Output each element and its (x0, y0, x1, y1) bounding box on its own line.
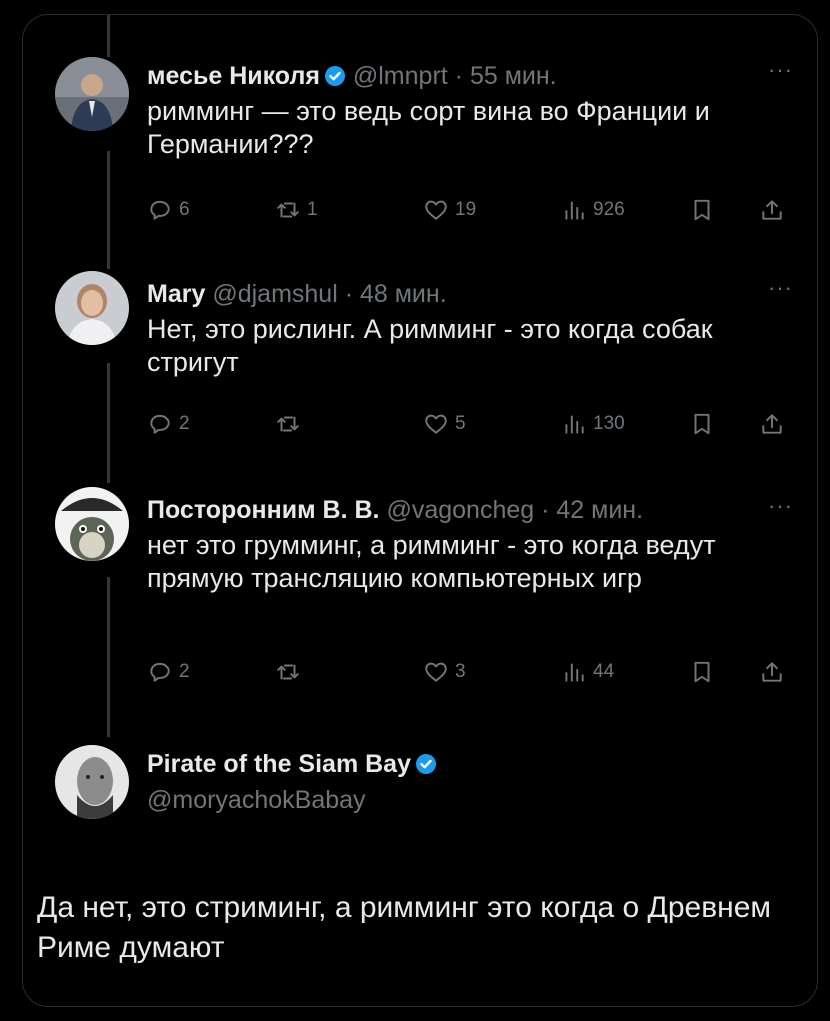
tweet-text: нет это грумминг, а римминг - это когда … (147, 530, 716, 593)
share-button[interactable] (759, 197, 791, 223)
views-count: 130 (593, 413, 625, 434)
thread-line-top (107, 15, 110, 57)
like-button[interactable]: 19 (423, 197, 476, 223)
author-name[interactable]: Mary (147, 280, 205, 308)
avatar[interactable] (55, 487, 129, 561)
tweet-header: месье Николя @lmnprt · 55 мин. (147, 61, 793, 91)
views-icon (565, 201, 584, 220)
more-options-icon[interactable]: ··· (768, 275, 793, 301)
like-button[interactable]: 5 (423, 411, 466, 437)
views-count: 44 (593, 661, 615, 682)
author-name[interactable]: Pirate of the Siam Bay (147, 750, 411, 778)
avatar[interactable] (55, 271, 129, 345)
reply-tweet[interactable]: Посторонним В. В. @vagoncheg · 42 мин. н… (23, 487, 817, 707)
bookmark-button[interactable] (689, 197, 721, 223)
views-button[interactable]: 926 (561, 197, 625, 223)
retweet-count: 1 (307, 199, 318, 220)
views-count: 926 (593, 199, 625, 220)
author-handle[interactable]: @djamshul (212, 280, 337, 308)
reply-icon (150, 414, 170, 434)
like-count: 19 (455, 199, 477, 220)
reply-button[interactable]: 2 (147, 411, 190, 437)
author-handle[interactable]: @lmnprt (353, 62, 448, 90)
main-tweet-text: Да нет, это стриминг, а римминг это когд… (37, 891, 772, 964)
tweet-header: Mary @djamshul · 48 мин. (147, 279, 793, 309)
reply-tweet[interactable]: Mary @djamshul · 48 мин. Нет, это рислин… (23, 271, 817, 471)
reply-count: 2 (179, 661, 190, 682)
heart-icon (425, 414, 447, 434)
reply-icon (150, 662, 170, 682)
views-icon (565, 663, 584, 682)
reply-icon (150, 200, 170, 220)
tweet-thread-card: месье Николя @lmnprt · 55 мин. римминг —… (22, 14, 818, 1007)
tweet-actions: 2 3 44 (147, 659, 795, 689)
avatar[interactable] (55, 57, 129, 131)
heart-icon (425, 200, 447, 220)
verified-badge-icon (324, 64, 346, 86)
author-name[interactable]: Посторонним В. В. (147, 496, 380, 524)
tweet-actions: 6 1 19 926 (147, 197, 795, 227)
reply-button[interactable]: 6 (147, 197, 190, 223)
share-icon (762, 414, 782, 434)
author-handle[interactable]: @vagoncheg (386, 496, 534, 524)
share-button[interactable] (759, 411, 791, 437)
author-handle[interactable]: @moryachokBabay (147, 785, 437, 815)
retweet-icon (277, 664, 299, 680)
share-icon (762, 662, 782, 682)
reply-count: 6 (179, 199, 190, 220)
author-name[interactable]: месье Николя (147, 62, 320, 90)
reply-button[interactable]: 2 (147, 659, 190, 685)
main-avatar[interactable] (55, 745, 129, 819)
tweet-time[interactable]: · 55 мин. (455, 62, 557, 90)
tweet-time[interactable]: · 48 мин. (345, 280, 447, 308)
bookmark-button[interactable] (689, 411, 721, 437)
retweet-icon (277, 202, 299, 218)
tweet-text: Нет, это рислинг. А римминг - это когда … (147, 314, 713, 377)
retweet-button[interactable]: 1 (275, 197, 318, 223)
bookmark-icon (694, 413, 710, 435)
share-button[interactable] (759, 659, 791, 685)
tweet-time[interactable]: · 42 мин. (541, 496, 643, 524)
retweet-button[interactable] (275, 411, 307, 437)
tweet-actions: 2 5 130 (147, 411, 795, 441)
reply-tweet[interactable]: месье Николя @lmnprt · 55 мин. римминг —… (23, 57, 817, 257)
bookmark-icon (694, 661, 710, 683)
bookmark-button[interactable] (689, 659, 721, 685)
views-icon (565, 415, 584, 434)
more-options-icon[interactable]: ··· (768, 493, 793, 519)
like-count: 5 (455, 413, 466, 434)
verified-badge-icon (415, 752, 437, 774)
heart-icon (425, 662, 447, 682)
views-button[interactable]: 130 (561, 411, 625, 437)
tweet-text: римминг — это ведь сорт вина во Франции … (147, 96, 710, 159)
bookmark-icon (694, 199, 710, 221)
more-options-icon[interactable]: ··· (768, 57, 793, 83)
reply-count: 2 (179, 413, 190, 434)
retweet-button[interactable] (275, 659, 307, 685)
like-button[interactable]: 3 (423, 659, 466, 685)
retweet-icon (277, 416, 299, 432)
views-button[interactable]: 44 (561, 659, 614, 685)
share-icon (762, 200, 782, 220)
tweet-header: Посторонним В. В. @vagoncheg · 42 мин. (147, 495, 793, 525)
main-tweet-header: Pirate of the Siam Bay @moryachokBabay (147, 749, 437, 815)
like-count: 3 (455, 661, 466, 682)
